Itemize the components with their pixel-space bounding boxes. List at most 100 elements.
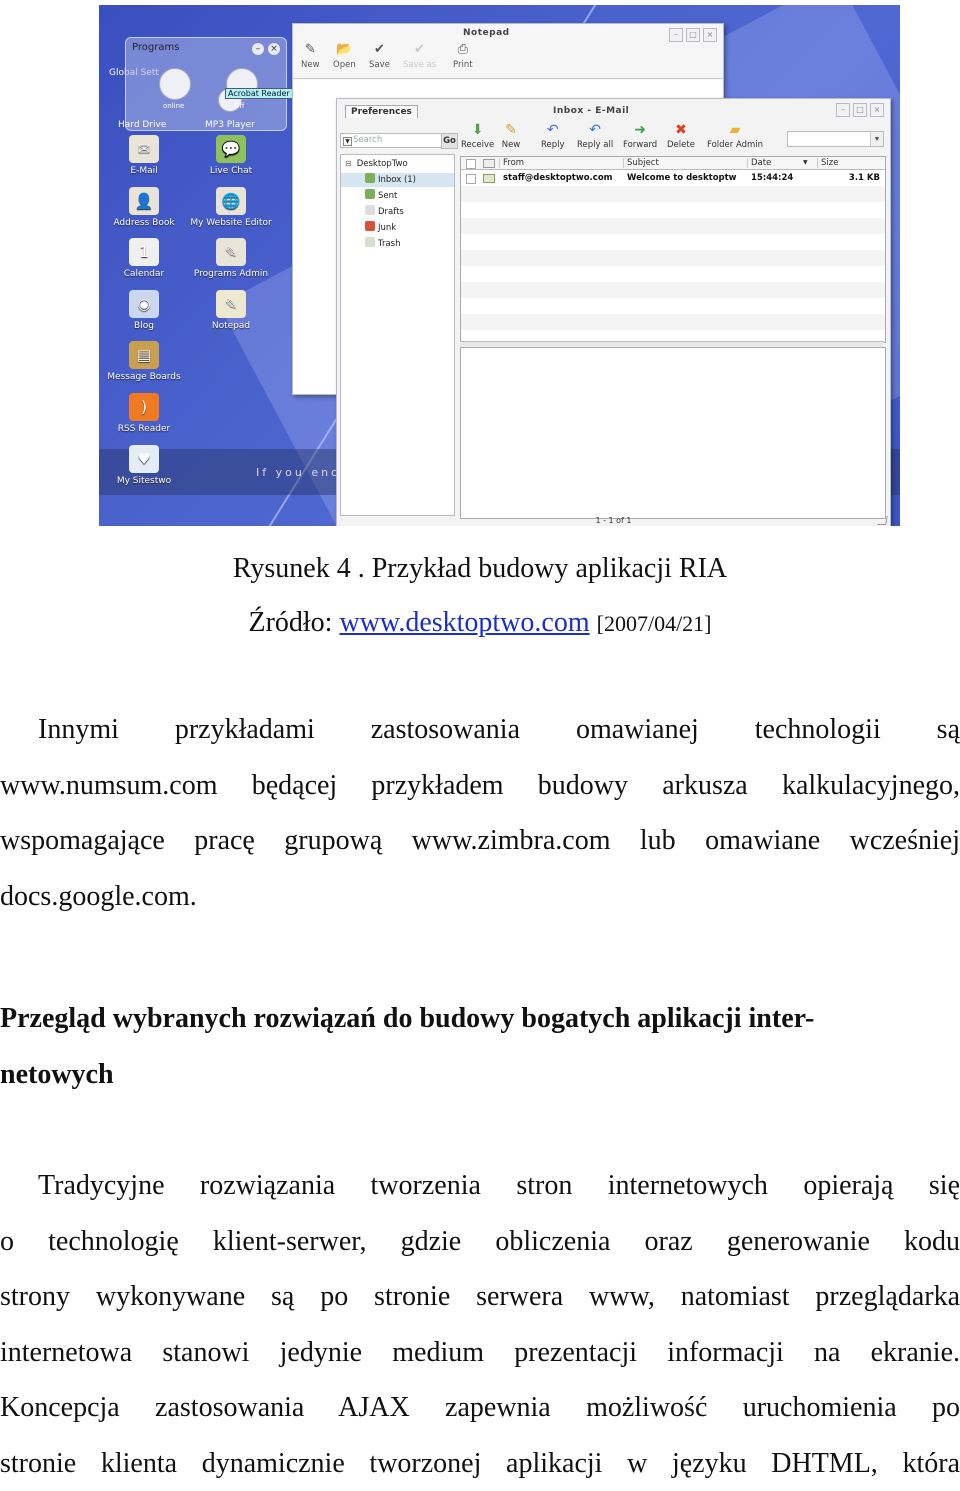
sitestwo-icon: ♥ (129, 445, 159, 473)
paragraph: Tradycyjne rozwiązania tworzenia stron i… (0, 1158, 960, 1491)
toolbar-label: Delete (667, 140, 695, 150)
mail-forward-button[interactable]: ➜Forward (623, 121, 657, 150)
sort-desc-icon[interactable]: ▼ (803, 157, 808, 169)
mail-new-button[interactable]: ✎New (501, 121, 521, 150)
toolbar-print-button[interactable]: ⎙Print (453, 42, 473, 70)
column-header-from[interactable]: From (503, 157, 524, 169)
reply-icon: ↶ (543, 121, 563, 139)
mail-folder-admin-button[interactable]: ▰Folder Admin (707, 121, 763, 150)
close-icon[interactable]: × (870, 103, 884, 117)
email-icon: ✉ (129, 135, 159, 163)
desktop-icon-label: My Sitestwo (99, 476, 189, 486)
folder-item-inbox[interactable]: Inbox (1) (341, 173, 454, 187)
toolbar-new-button[interactable]: ✎New (301, 42, 320, 70)
mail-receive-button[interactable]: ⬇Receive (461, 121, 494, 150)
toolbar-open-button[interactable]: 📂Open (333, 42, 356, 70)
program-item-label: online (163, 102, 184, 110)
row-stripe (461, 282, 885, 298)
new-mail-icon: ✎ (501, 121, 521, 139)
desktop-icon-address-book[interactable]: 👤Address Book (99, 187, 189, 228)
desktop-icon-e-mail[interactable]: ✉E-Mail (99, 135, 189, 176)
column-header-subject[interactable]: Subject (627, 157, 659, 169)
minimize-icon[interactable]: – (252, 43, 264, 55)
junk-icon (365, 221, 375, 231)
close-icon[interactable]: × (268, 43, 280, 55)
tooltip: Acrobat Reader (225, 88, 293, 99)
mail-window[interactable]: Preferences Inbox - E-Mail – □ × ▼ Searc… (336, 98, 891, 526)
folder-item-sent[interactable]: Sent (341, 189, 397, 203)
table-row[interactable]: staff@desktoptwo.com Welcome to desktopt… (461, 170, 885, 186)
search-input[interactable]: ▼ Search (340, 133, 454, 148)
paragraph-line: Innymi przykładami zastosowania omawiane… (0, 702, 960, 758)
desktop-icon-label: Address Book (99, 218, 189, 228)
column-header-date[interactable]: Date (751, 157, 771, 169)
mail-reply-button[interactable]: ↶Reply (541, 121, 565, 150)
drafts-icon (365, 205, 375, 215)
desktop-icon-blog[interactable]: ◉Blog (99, 290, 189, 331)
toolbar-save-button[interactable]: ✔Save (369, 42, 390, 70)
desktop-icon-label: Live Chat (186, 166, 276, 176)
folder-label: Junk (378, 223, 396, 233)
resize-grip-icon[interactable] (877, 516, 888, 525)
folder-item-trash[interactable]: Trash (341, 237, 400, 251)
program-item-label: Off (234, 102, 244, 110)
envelope-icon (483, 174, 495, 183)
tree-root[interactable]: ⊟DesktopTwo (345, 157, 408, 171)
toolbar-save-as-button[interactable]: ✔Save as (403, 42, 436, 70)
window-title: Inbox - E-Mail (553, 106, 629, 116)
row-stripe (461, 218, 885, 234)
message-preview (460, 347, 886, 519)
minimize-icon[interactable]: – (669, 28, 683, 42)
desktop-icon-my-website-editor[interactable]: 🌐 My Website Editor (186, 187, 276, 228)
website-editor-icon: 🌐 (216, 187, 246, 215)
desktop-icon-my-sitestwo[interactable]: ♥ My Sitestwo (99, 445, 189, 486)
close-icon[interactable]: × (703, 28, 717, 42)
dropdown-icon[interactable]: ▼ (343, 137, 352, 146)
folder-label: Inbox (1) (378, 175, 416, 185)
row-stripe (461, 250, 885, 266)
column-header-size[interactable]: Size (821, 157, 838, 169)
search-placeholder: Search (353, 135, 382, 145)
tab-preferences[interactable]: Preferences (345, 105, 418, 118)
folder-item-drafts[interactable]: Drafts (341, 205, 404, 219)
figure-caption: Rysunek 4 . Przykład budowy aplikacji RI… (0, 553, 960, 585)
source-link[interactable]: www.desktoptwo.com (339, 607, 589, 638)
maximize-icon[interactable]: □ (853, 103, 867, 117)
folder-select[interactable]: ▼ (787, 131, 884, 147)
hard-drive-label: Hard Drive (118, 120, 166, 130)
desktop-icon-notepad[interactable]: ✎Notepad (186, 290, 276, 331)
desktop-icon-label: My Website Editor (186, 218, 276, 228)
desktop-icon-calendar[interactable]: 1 Calendar (99, 238, 189, 279)
programs-admin-icon: ✎ (216, 238, 246, 266)
desktop-icon-label: Calendar (99, 269, 189, 279)
paragraph-line: o technologię klient-serwer, gdzie oblic… (0, 1214, 960, 1270)
row-stripe (461, 186, 885, 202)
blog-icon: ◉ (129, 290, 159, 318)
desktop-icon-message-boards[interactable]: ▤Message Boards (99, 341, 189, 382)
minimize-icon[interactable]: – (836, 103, 850, 117)
desktop-icon-label: Programs Admin (186, 269, 276, 279)
message-list: From Subject Date ▼ Size staff@desktoptw… (460, 156, 886, 343)
mail-reply-all-button[interactable]: ↶Reply all (577, 121, 613, 150)
chevron-down-icon[interactable]: ▼ (870, 132, 883, 146)
folder-item-junk[interactable]: Junk (341, 221, 396, 235)
source-label: Źródło: (248, 607, 339, 638)
row-checkbox[interactable] (466, 174, 476, 184)
online-program-icon[interactable] (159, 68, 191, 100)
go-button[interactable]: Go (441, 133, 458, 149)
select-all-checkbox[interactable] (466, 159, 476, 169)
toolbar-label: Receive (461, 140, 494, 150)
paragraph-line: Koncepcja zastosowania AJAX zapewnia moż… (0, 1380, 960, 1436)
desktop-icon-rss-reader[interactable]: )RSS Reader (99, 393, 189, 434)
desktop-icon-label: Notepad (186, 321, 276, 331)
mail-delete-button[interactable]: ✖Delete (667, 121, 695, 150)
calendar-icon: 1 (129, 238, 159, 266)
maximize-icon[interactable]: □ (686, 28, 700, 42)
inbox-icon (365, 173, 375, 183)
desktop-icon-programs-admin[interactable]: ✎ Programs Admin (186, 238, 276, 279)
heading-line: Przegląd wybranych rozwiązań do budowy b… (0, 991, 960, 1047)
collapse-icon[interactable]: ⊟ (345, 159, 352, 168)
desktop-icon-live-chat[interactable]: 💬Live Chat (186, 135, 276, 176)
message-list-header: From Subject Date ▼ Size (461, 157, 885, 170)
status-bar: 1 - 1 of 1 (337, 515, 890, 526)
